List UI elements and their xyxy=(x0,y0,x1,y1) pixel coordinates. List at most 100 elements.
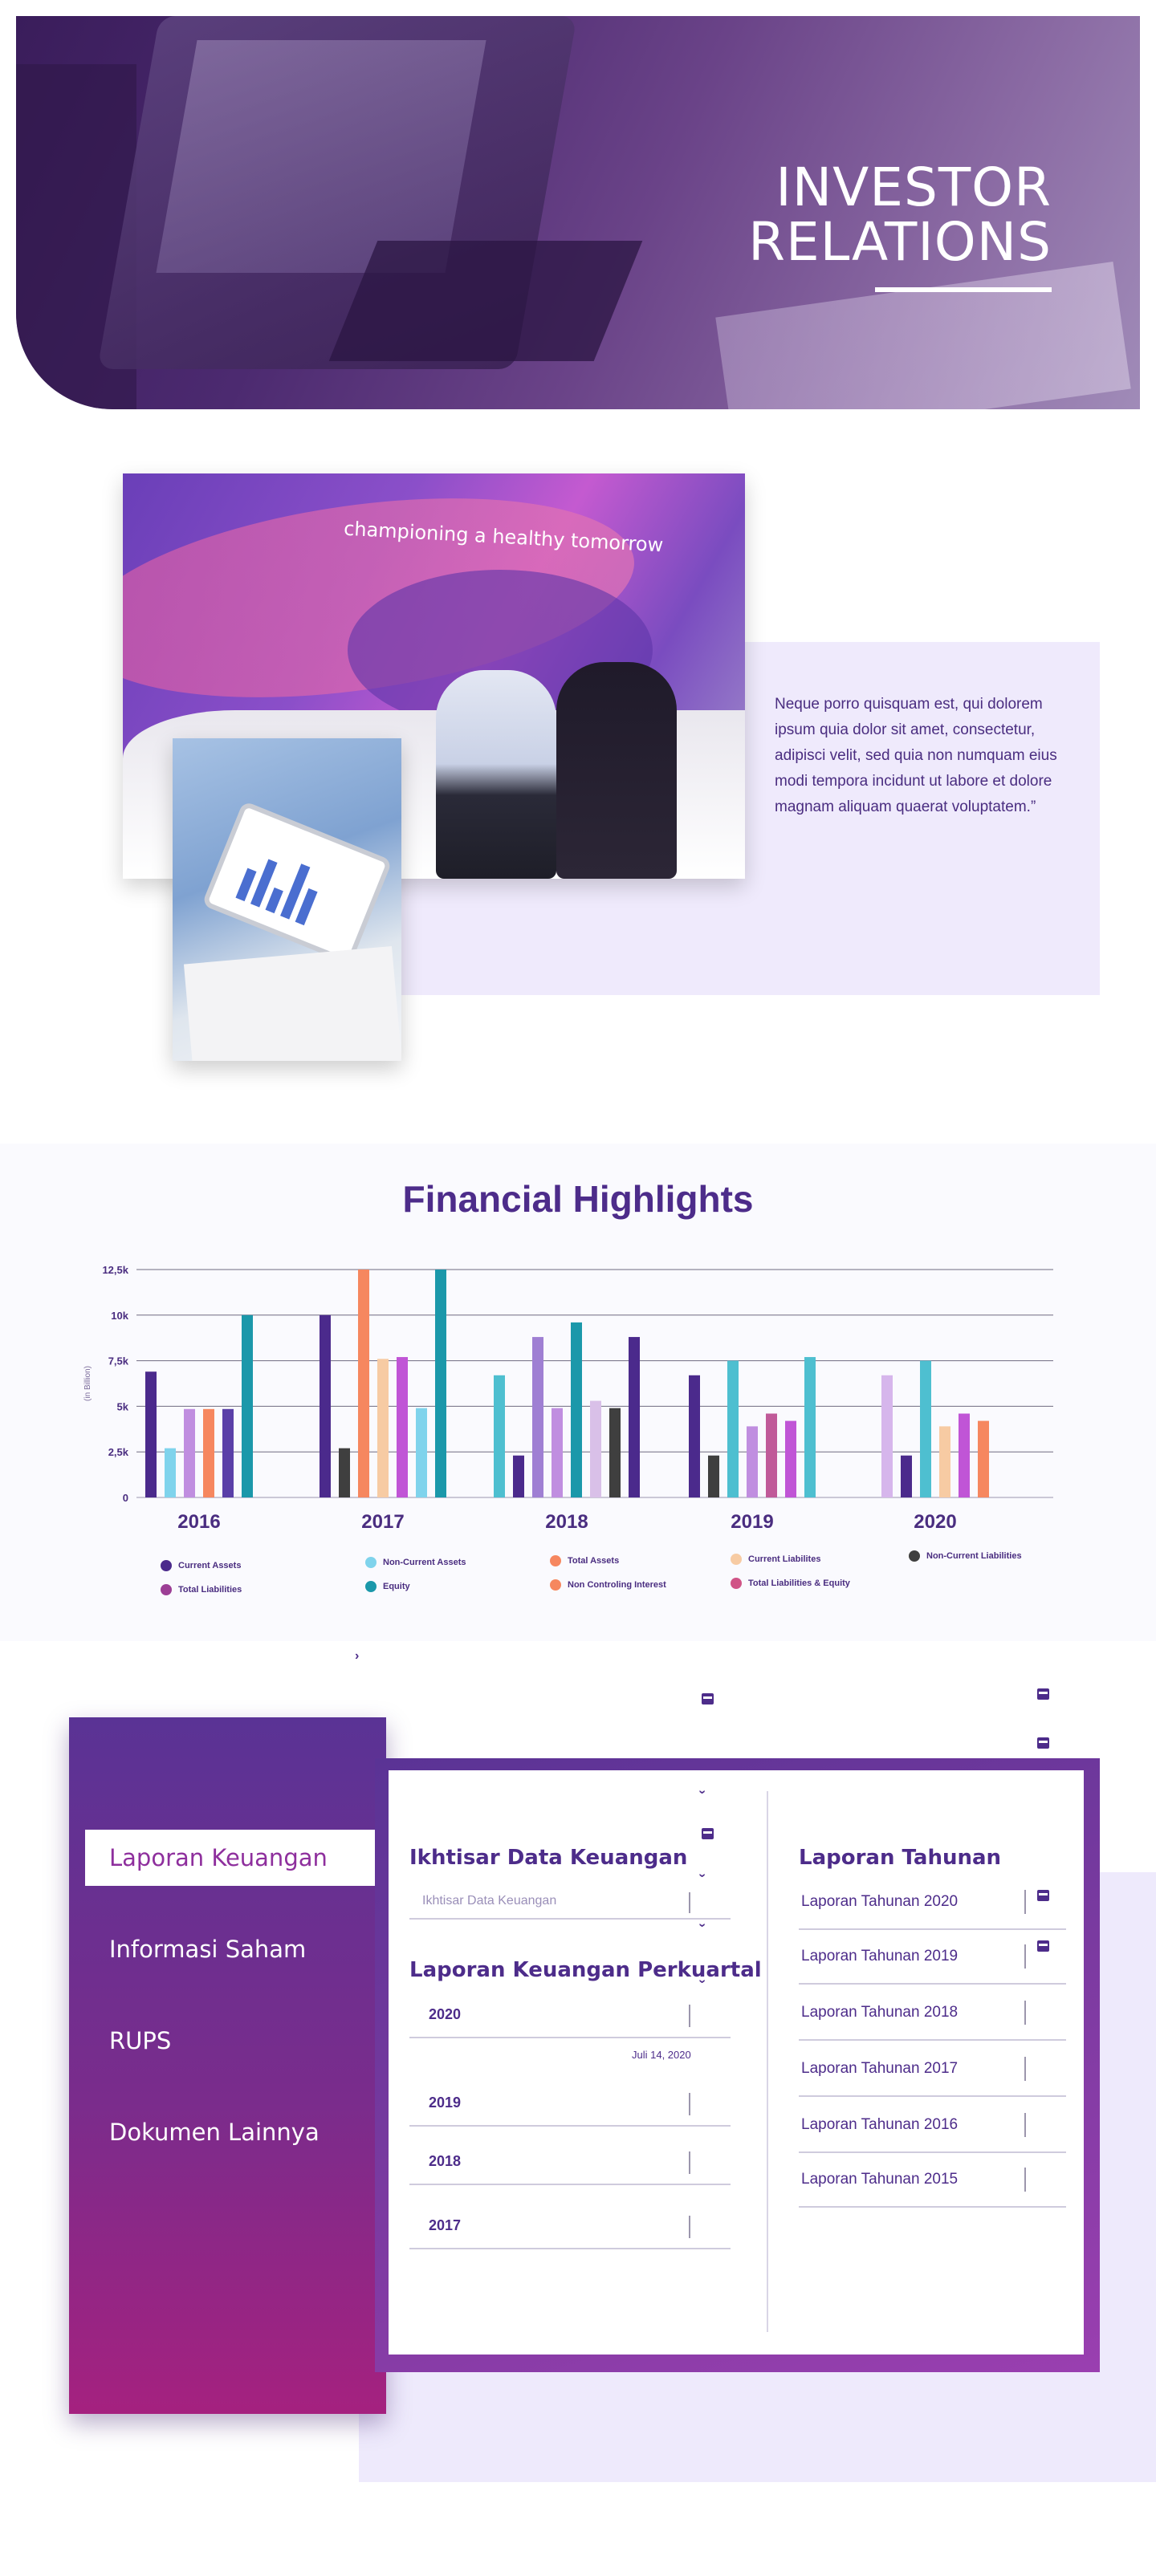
legend-swatch xyxy=(909,1550,920,1562)
quarterly-row-2019[interactable]: 2019 xyxy=(409,2080,731,2127)
financial-title: Financial Highlights xyxy=(402,1178,754,1220)
y-tick-label: 10k xyxy=(111,1310,128,1322)
chart-bar xyxy=(978,1420,989,1497)
annual-label: Laporan Tahunan 2019 xyxy=(801,1948,959,1965)
legend-label: Equity xyxy=(383,1582,410,1591)
annual-label: Laporan Tahunan 2017 xyxy=(801,2060,959,2077)
annual-label: Laporan Tahunan 2016 xyxy=(801,2116,959,2133)
legend-swatch xyxy=(161,1560,172,1571)
quarterly-year: 2020 xyxy=(429,2006,462,2022)
chart-bar xyxy=(397,1357,408,1497)
hero-title: INVESTOR RELATIONS xyxy=(748,160,1052,270)
chart-bar xyxy=(222,1408,234,1497)
quarterly-year: 2019 xyxy=(429,2095,462,2111)
y-tick-label: 12,5k xyxy=(102,1264,128,1276)
legend-label: Non-Current Assets xyxy=(383,1558,466,1567)
chart-bar xyxy=(590,1400,601,1497)
photo-person xyxy=(436,670,556,879)
photo-tablet-device xyxy=(201,800,393,965)
chart-bar xyxy=(416,1408,427,1497)
quarterly-row-2018[interactable]: 2018 xyxy=(409,2139,731,2185)
legend-item: Current Assets xyxy=(161,1560,241,1571)
annual-title: Laporan Tahunan xyxy=(799,1846,1002,1870)
investor-sidebar: Laporan Keuangan Informasi Saham RUPS Do… xyxy=(69,1717,465,2414)
annual-row-2019[interactable]: Laporan Tahunan 2019 xyxy=(799,1930,1066,1985)
pdf-icon[interactable] xyxy=(702,1828,714,1839)
row-divider xyxy=(1024,2057,1026,2081)
ikhtisar-title: Ikhtisar Data Keuangan xyxy=(409,1846,688,1870)
quarterly-date: Juli 14, 2020 xyxy=(632,2049,691,2061)
intro-photo-tablet xyxy=(173,738,401,1061)
pdf-icon[interactable] xyxy=(1037,1737,1049,1749)
x-tick-label: 2017 xyxy=(361,1511,404,1533)
ikhtisar-select-placeholder: Ikhtisar Data Keuangan xyxy=(422,1894,557,1908)
ikhtisar-select[interactable]: Ikhtisar Data Keuangan xyxy=(409,1887,731,1920)
y-tick-label: 0 xyxy=(123,1492,128,1504)
legend-swatch xyxy=(161,1584,172,1595)
row-divider xyxy=(689,2151,690,2174)
chart-bar xyxy=(552,1408,563,1497)
chevron-right-icon[interactable]: › xyxy=(355,1649,359,1664)
pdf-icon[interactable] xyxy=(1037,1688,1049,1700)
chevron-down-icon[interactable]: › xyxy=(695,1790,710,1794)
row-divider xyxy=(1024,2001,1026,2025)
hero-title-line1: INVESTOR xyxy=(775,156,1052,218)
annual-row-2020[interactable]: Laporan Tahunan 2020 xyxy=(799,1875,1066,1930)
annual-label: Laporan Tahunan 2015 xyxy=(801,2171,959,2188)
sidebar-item-rups[interactable]: RUPS xyxy=(69,2013,386,2069)
y-tick-label: 5k xyxy=(117,1400,129,1412)
hero-laptop-keyboard xyxy=(328,241,643,361)
legend-item: Current Liabilites xyxy=(731,1554,820,1565)
x-tick-label: 2020 xyxy=(914,1511,956,1533)
chevron-down-icon[interactable]: › xyxy=(695,1873,710,1877)
chart-bar xyxy=(881,1375,893,1497)
row-divider xyxy=(689,2005,690,2027)
hero-title-line2: RELATIONS xyxy=(748,211,1052,273)
x-tick-label: 2019 xyxy=(731,1511,773,1533)
chart-bar xyxy=(785,1420,796,1497)
annual-row-2015[interactable]: Laporan Tahunan 2015 xyxy=(799,2153,1066,2208)
chart-bar xyxy=(727,1360,739,1497)
legend-label: Current Liabilites xyxy=(748,1554,821,1564)
chart-bar xyxy=(532,1337,543,1497)
legend-label: Current Assets xyxy=(178,1561,242,1570)
legend-label: Non-Current Liabilities xyxy=(926,1551,1022,1561)
pdf-icon[interactable] xyxy=(702,1693,714,1704)
quarterly-row-2020[interactable]: 2020 xyxy=(409,1992,731,2038)
chart-bar xyxy=(513,1455,524,1497)
tablet-bar xyxy=(265,887,283,914)
row-divider xyxy=(689,2216,690,2238)
quarterly-year: 2017 xyxy=(429,2217,462,2233)
annual-label: Laporan Tahunan 2020 xyxy=(801,1893,959,1910)
hero-underline xyxy=(875,287,1052,292)
chevron-down-icon[interactable]: › xyxy=(695,1923,710,1927)
annual-row-2016[interactable]: Laporan Tahunan 2016 xyxy=(799,2099,1066,2153)
chart-bar xyxy=(609,1408,621,1497)
chart-bar xyxy=(377,1359,389,1497)
chart-bar xyxy=(629,1337,640,1497)
row-divider xyxy=(1024,2168,1026,2192)
chart-bar xyxy=(165,1448,176,1497)
legend-item: Total Assets xyxy=(550,1555,619,1566)
annual-row-2017[interactable]: Laporan Tahunan 2017 xyxy=(799,2042,1066,2097)
quarterly-year: 2018 xyxy=(429,2153,462,2169)
quarterly-row-2017[interactable]: 2017 xyxy=(409,2203,731,2249)
hero-banner: INVESTOR RELATIONS xyxy=(16,16,1140,409)
annual-row-2018[interactable]: Laporan Tahunan 2018 xyxy=(799,1986,1066,2041)
chart-bar xyxy=(242,1314,253,1497)
photo-paper xyxy=(183,945,401,1061)
chart-bar xyxy=(571,1322,582,1497)
sidebar-item-dokumen-lainnya[interactable]: Dokumen Lainnya xyxy=(69,2104,386,2160)
chart-bar xyxy=(320,1314,331,1497)
legend-swatch xyxy=(550,1579,561,1591)
legend-swatch xyxy=(365,1557,377,1568)
row-divider xyxy=(1024,1944,1026,1969)
chart-bar xyxy=(689,1375,700,1497)
hero-laptop-screen xyxy=(156,40,486,273)
sidebar-item-informasi-saham[interactable]: Informasi Saham xyxy=(69,1921,386,1977)
chart-bar xyxy=(939,1426,950,1497)
chart-bar xyxy=(708,1455,719,1497)
chart-bar xyxy=(494,1375,505,1497)
chart-bar xyxy=(920,1360,931,1497)
legend-item: Non-Current Liabilities xyxy=(909,1550,1022,1562)
